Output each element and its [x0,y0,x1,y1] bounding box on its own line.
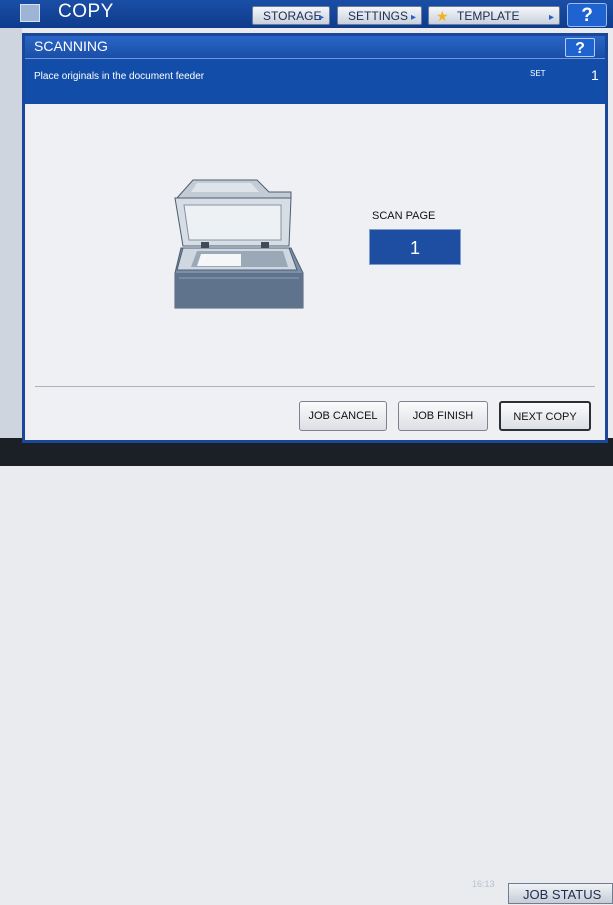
scan-page-label: SCAN PAGE [372,210,436,222]
top-bar: COPY STORAGE ▸ SETTINGS ▸ ★ TEMPLATE ▸ ? [0,0,613,28]
clock-time: 16:13 [472,879,495,889]
settings-button-label: SETTINGS [348,9,409,23]
template-button-label: TEMPLATE [457,9,520,23]
message-bar: Place originals in the document feeder S… [25,58,605,104]
star-icon: ★ [436,8,449,24]
template-arrow-icon: ▸ [548,12,554,23]
job-status-button[interactable]: JOB STATUS [508,883,613,904]
scan-page-counter: 1 [369,229,461,265]
storage-button-label: STORAGE [263,9,322,23]
scanning-dialog: SCANNING ? Place originals in the docume… [22,33,608,443]
scanner-illustration [174,179,304,309]
job-cancel-button[interactable]: JOB CANCEL [299,401,387,431]
app-title: COPY [58,1,114,22]
settings-arrow-icon: ▸ [410,12,416,23]
set-count: 1 [591,67,599,83]
dialog-title: SCANNING [34,38,108,54]
storage-button[interactable]: STORAGE ▸ [252,6,330,25]
help-button-top[interactable]: ? [567,3,607,27]
background-copy-panel [0,28,22,438]
copy-app-icon [20,4,40,22]
job-finish-button[interactable]: JOB FINISH [398,401,488,431]
settings-button[interactable]: SETTINGS ▸ [337,6,422,25]
template-button[interactable]: ★ TEMPLATE ▸ [428,6,560,25]
storage-arrow-icon: ▸ [318,12,324,23]
divider [35,386,595,387]
dialog-title-bar: SCANNING ? [25,36,605,58]
next-copy-button[interactable]: NEXT COPY [499,401,591,431]
instruction-message: Place originals in the document feeder [34,71,205,82]
set-label: SET [530,69,546,78]
help-button[interactable]: ? [565,38,595,57]
